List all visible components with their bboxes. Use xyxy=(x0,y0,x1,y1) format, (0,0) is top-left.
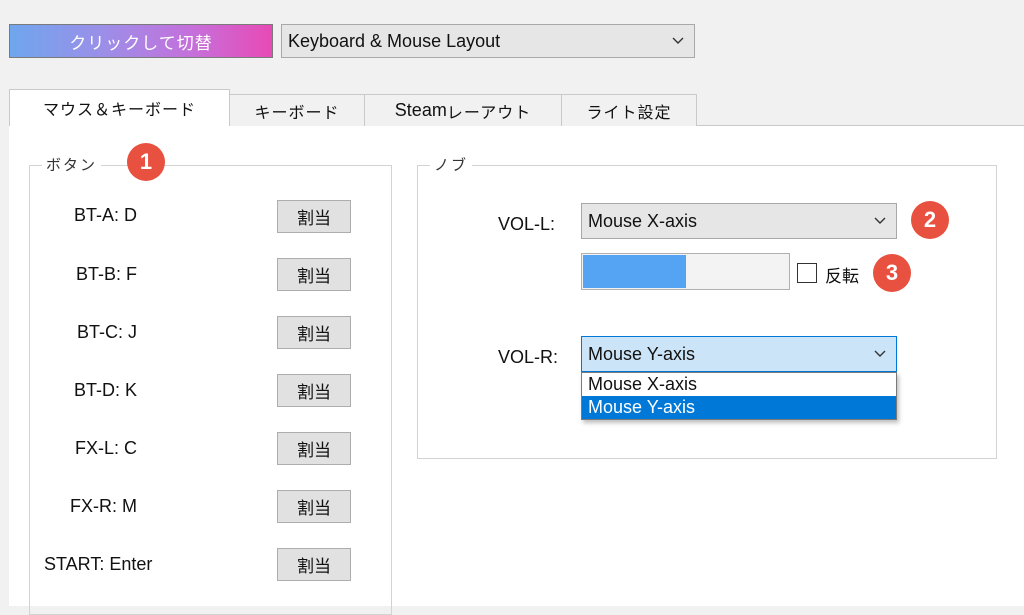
chevron-down-icon xyxy=(874,217,886,224)
dropdown-option-mouse-y[interactable]: Mouse Y-axis xyxy=(582,396,896,419)
assign-button-start[interactable]: 割当 xyxy=(277,548,351,581)
tab-label: レーアウト xyxy=(446,102,532,122)
layout-select-value: Keyboard & Mouse Layout xyxy=(288,30,501,51)
tab-light-settings[interactable]: ライト設定 xyxy=(561,94,697,126)
annotation-badge-3: 3 xyxy=(873,254,911,292)
tab-label: ライト設定 xyxy=(586,102,672,122)
vol-r-select[interactable]: Mouse Y-axis xyxy=(581,336,897,372)
tab-label-latin: Steam xyxy=(394,100,447,120)
assign-button-bt-c[interactable]: 割当 xyxy=(277,316,351,349)
vol-l-label: VOL-L: xyxy=(498,214,556,234)
assign-button-bt-d[interactable]: 割当 xyxy=(277,374,351,407)
vol-l-level-fill xyxy=(583,255,686,288)
annotation-badge-2: 2 xyxy=(911,201,949,239)
button-row-label-bt-c: BT-C: J xyxy=(76,322,137,342)
tab-steam-layout[interactable]: Steam レーアウト xyxy=(364,94,562,126)
invert-checkbox[interactable] xyxy=(797,263,817,283)
tab-mouse-keyboard[interactable]: マウス＆キーボード xyxy=(9,89,230,126)
vol-l-select[interactable]: Mouse X-axis xyxy=(581,203,897,239)
layout-select[interactable]: Keyboard & Mouse Layout xyxy=(281,24,695,58)
assign-button-fx-r[interactable]: 割当 xyxy=(277,490,351,523)
button-row-label-fx-r: FX-R: M xyxy=(69,496,137,516)
dropdown-option-mouse-x[interactable]: Mouse X-axis xyxy=(582,373,896,396)
chevron-down-icon xyxy=(874,350,886,357)
assign-button-fx-l[interactable]: 割当 xyxy=(277,432,351,465)
button-row-label-fx-l: FX-L: C xyxy=(74,438,137,458)
tab-label: マウス＆キーボード xyxy=(42,100,196,119)
button-row-label-bt-d: BT-D: K xyxy=(73,380,137,400)
invert-label: 反転 xyxy=(825,267,859,287)
tab-label: キーボード xyxy=(254,102,340,122)
annotation-badge-1: 1 xyxy=(127,143,165,181)
assign-button-bt-a[interactable]: 割当 xyxy=(277,200,351,233)
button-row-label-bt-b: BT-B: F xyxy=(75,264,137,284)
knob-group-title: ノブ xyxy=(430,154,473,175)
assign-button-bt-b[interactable]: 割当 xyxy=(277,258,351,291)
vol-r-select-value: Mouse Y-axis xyxy=(588,343,696,364)
tab-keyboard[interactable]: キーボード xyxy=(229,94,365,126)
chevron-down-icon xyxy=(672,37,684,44)
vol-r-dropdown-list: Mouse X-axis Mouse Y-axis xyxy=(581,372,897,420)
button-row-label-start: START: Enter xyxy=(44,554,153,574)
buttons-group-title: ボタン xyxy=(42,154,102,175)
vol-l-select-value: Mouse X-axis xyxy=(588,210,698,231)
vol-r-label: VOL-R: xyxy=(498,347,559,367)
button-row-label-bt-a: BT-A: D xyxy=(73,205,137,225)
vol-l-level-bar xyxy=(581,253,790,290)
toggle-layout-button[interactable]: クリックして切替 xyxy=(9,24,273,58)
